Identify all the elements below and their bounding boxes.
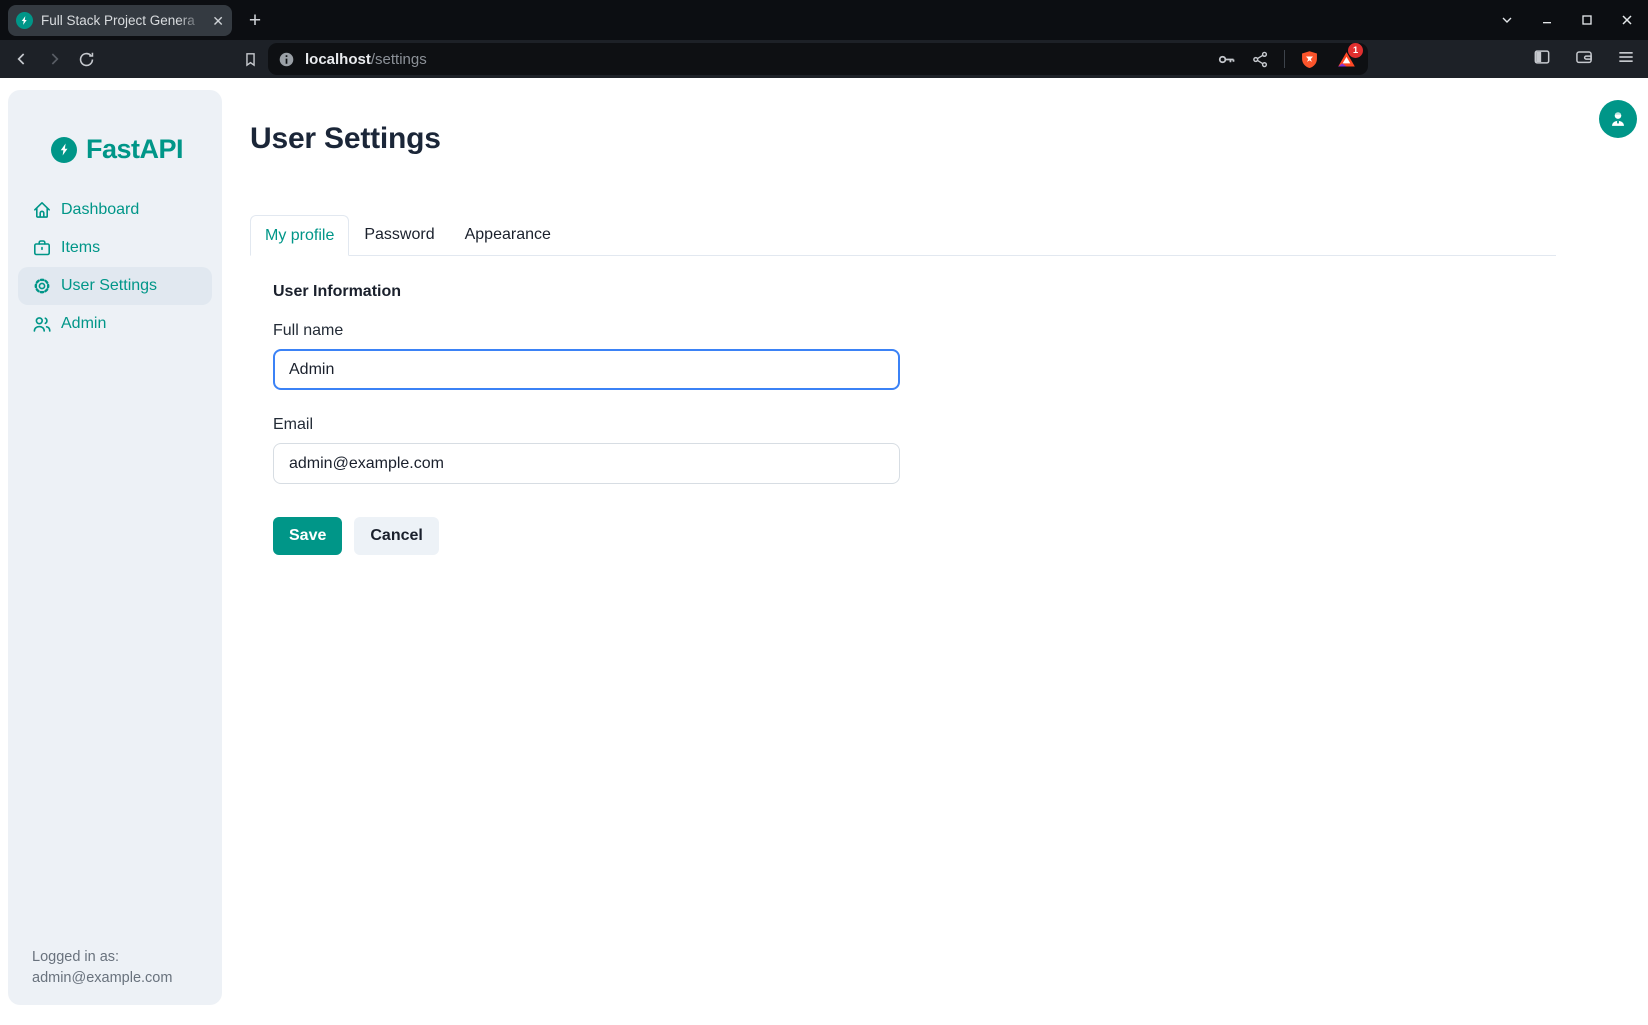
logged-in-footer: Logged in as: admin@example.com — [32, 947, 172, 989]
browser-toolbar: localhost/settings 1 — [0, 40, 1648, 78]
brave-rewards-icon[interactable]: 1 — [1334, 47, 1358, 71]
tab-close-icon[interactable]: ✕ — [212, 14, 224, 28]
sidebar-item-admin[interactable]: Admin — [18, 305, 212, 343]
brave-shields-icon[interactable] — [1299, 49, 1320, 70]
sidebar-item-user-settings[interactable]: User Settings — [18, 267, 212, 305]
fastapi-favicon-icon — [16, 12, 33, 29]
logo-text: FastAPI — [86, 134, 183, 165]
sidebar-panel-icon[interactable] — [1532, 47, 1552, 67]
user-icon — [1607, 108, 1629, 130]
tab-my-profile[interactable]: My profile — [250, 215, 349, 256]
full-name-label: Full name — [273, 322, 900, 340]
tab-password[interactable]: Password — [349, 214, 449, 255]
user-avatar-button[interactable] — [1599, 100, 1637, 138]
sidebar-item-label: Items — [61, 239, 100, 257]
share-icon[interactable] — [1251, 50, 1270, 69]
wallet-icon[interactable] — [1574, 47, 1594, 67]
browser-tab-bar: Full Stack Project Genera ✕ + — [0, 0, 1648, 40]
new-tab-button[interactable]: + — [242, 8, 268, 34]
form-actions: Save Cancel — [273, 517, 900, 555]
url-text: localhost/settings — [305, 51, 427, 68]
sidebar-nav: Dashboard Items User Settings Admin — [8, 191, 222, 343]
section-title: User Information — [273, 283, 900, 301]
browser-tab[interactable]: Full Stack Project Genera ✕ — [8, 5, 232, 36]
back-icon[interactable] — [10, 47, 34, 71]
tab-appearance[interactable]: Appearance — [450, 214, 566, 255]
cancel-button[interactable]: Cancel — [354, 517, 438, 555]
site-info-icon[interactable] — [278, 51, 295, 68]
full-name-input[interactable] — [273, 349, 900, 390]
minimize-icon[interactable] — [1534, 7, 1560, 33]
email-label: Email — [273, 416, 900, 434]
save-button[interactable]: Save — [273, 517, 342, 555]
sidebar-item-label: Dashboard — [61, 201, 139, 219]
sidebar-item-label: Admin — [61, 315, 106, 333]
sidebar-item-items[interactable]: Items — [18, 229, 212, 267]
fastapi-bolt-icon — [51, 137, 77, 163]
maximize-icon[interactable] — [1574, 7, 1600, 33]
url-host: localhost — [305, 51, 371, 68]
rewards-badge: 1 — [1348, 43, 1363, 58]
close-window-icon[interactable] — [1614, 7, 1640, 33]
tab-search-chevron-icon[interactable] — [1494, 7, 1520, 33]
menu-hamburger-icon[interactable] — [1616, 47, 1636, 67]
sidebar-item-dashboard[interactable]: Dashboard — [18, 191, 212, 229]
briefcase-icon — [32, 238, 52, 258]
reload-icon[interactable] — [74, 47, 98, 71]
settings-tabs: My profile Password Appearance — [250, 214, 1556, 256]
page-title: User Settings — [250, 122, 441, 156]
sidebar-item-label: User Settings — [61, 277, 157, 295]
fastapi-logo: FastAPI — [51, 134, 222, 165]
url-path: /settings — [371, 51, 427, 68]
bookmark-icon[interactable] — [238, 47, 262, 71]
home-icon — [32, 200, 52, 220]
profile-panel: User Information Full name Email Save Ca… — [273, 283, 900, 555]
tab-title: Full Stack Project Genera — [41, 12, 204, 30]
users-icon — [32, 314, 52, 334]
sidebar: FastAPI Dashboard Items User Settings — [8, 90, 222, 1005]
logged-in-email: admin@example.com — [32, 968, 172, 989]
forward-icon[interactable] — [42, 47, 66, 71]
window-controls — [1494, 0, 1640, 40]
passwords-key-icon[interactable] — [1216, 49, 1237, 70]
app-page: FastAPI Dashboard Items User Settings — [0, 78, 1648, 1025]
address-bar[interactable]: localhost/settings 1 — [268, 43, 1368, 75]
email-input[interactable] — [273, 443, 900, 484]
toolbar-divider — [1284, 50, 1285, 68]
logged-in-label: Logged in as: — [32, 947, 172, 968]
gear-icon — [32, 276, 52, 296]
